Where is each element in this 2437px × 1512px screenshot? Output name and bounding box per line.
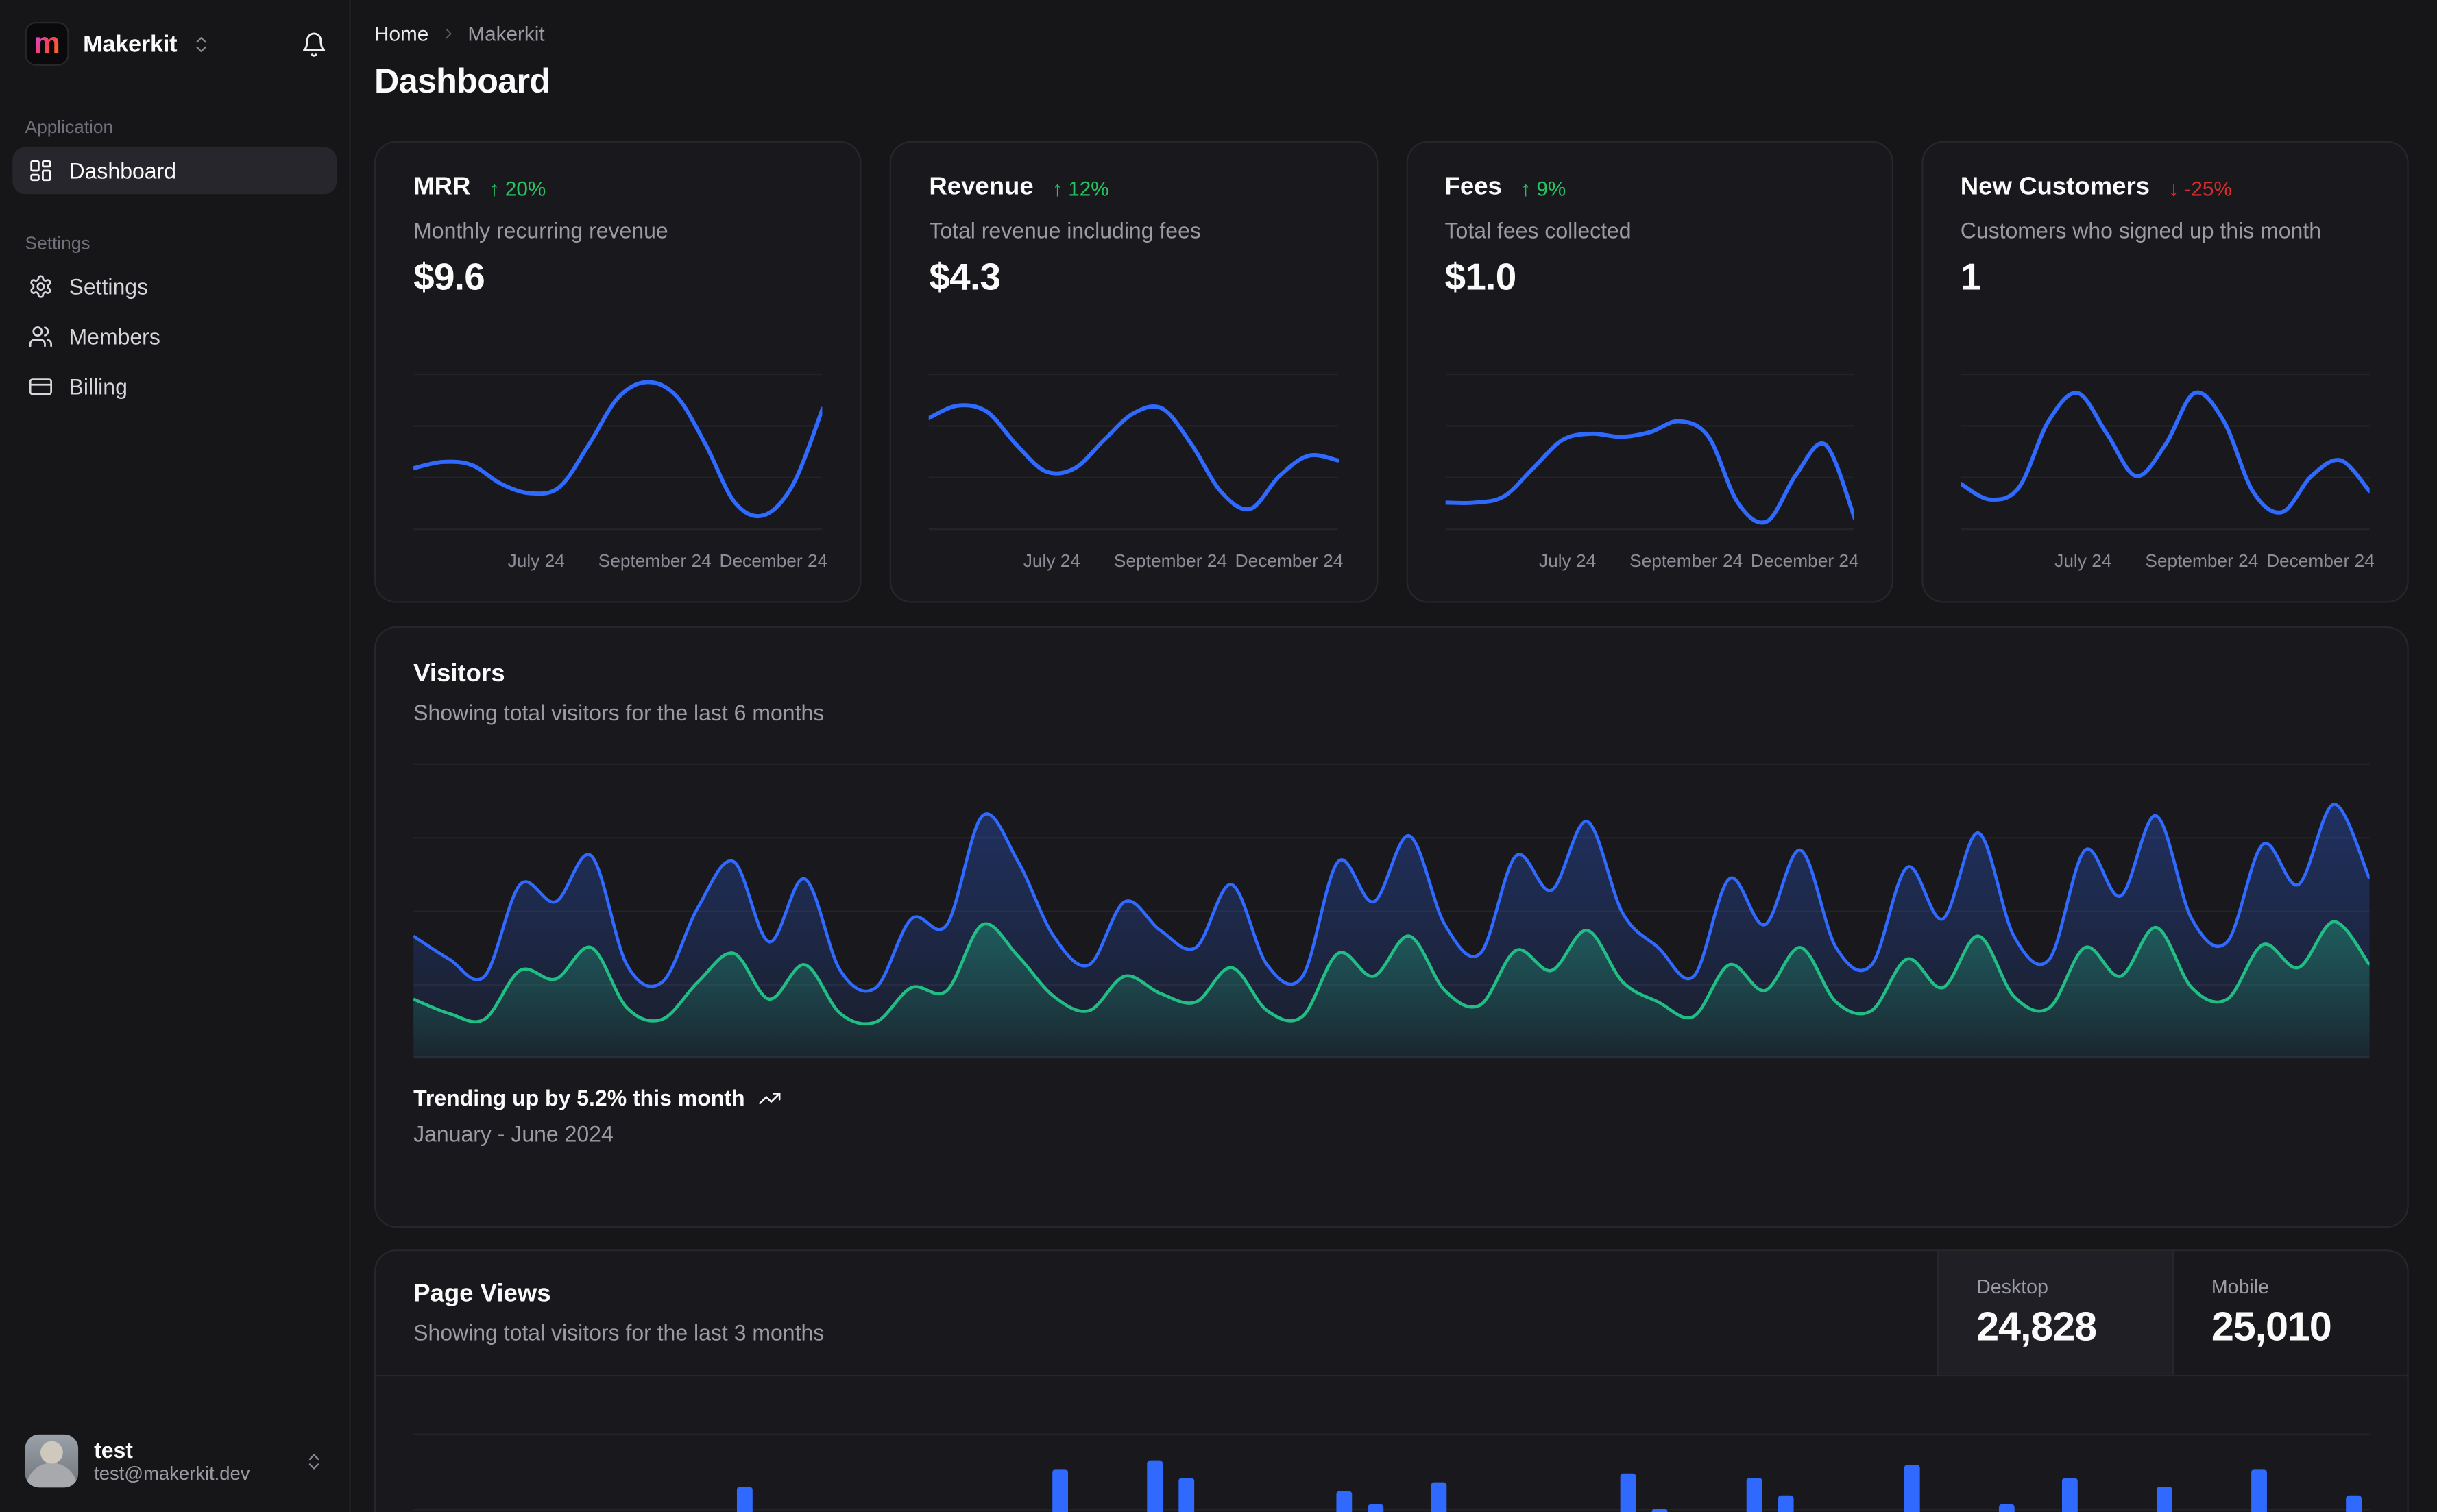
- sidebar-item-label: Dashboard: [69, 158, 177, 184]
- page-title: Dashboard: [374, 61, 550, 101]
- stat-value: $1.0: [1444, 256, 1517, 300]
- toggle-label: Mobile: [2211, 1275, 2269, 1297]
- page-views-subtitle: Showing total visitors for the last 3 mo…: [413, 1319, 825, 1345]
- gear-icon: [30, 275, 51, 298]
- main-content: Home Makerkit Dashboard MRR ↑ 20% Monthl…: [351, 0, 2437, 1512]
- chevrons-up-down-icon: [308, 1453, 319, 1469]
- makerkit-logo-letter: m: [34, 27, 60, 60]
- sidebar-item-settings[interactable]: Settings: [12, 263, 337, 310]
- stat-description: Monthly recurring revenue: [413, 217, 668, 243]
- stat-title: New Customers: [1960, 173, 2150, 201]
- visitors-subtitle: Showing total visitors for the last 6 mo…: [413, 700, 825, 725]
- page-views-header: Page Views Showing total visitors for th…: [376, 1251, 2408, 1377]
- user-email: test@makerkit.dev: [94, 1461, 250, 1484]
- stat-title: Fees: [1444, 173, 1502, 201]
- breadcrumb-current: Makerkit: [468, 21, 545, 46]
- sparkline-x-axis: July 24 September 24 December 24: [1961, 552, 2375, 579]
- mrr-sparkline-chart: [413, 365, 823, 540]
- stat-card-new-customers: New Customers ↓ -25% Customers who signe…: [1921, 141, 2409, 603]
- x-tick: December 24: [2266, 552, 2375, 572]
- stat-value: 1: [1960, 256, 1982, 300]
- x-tick: September 24: [1113, 552, 1227, 572]
- app-window: m Makerkit Application Dashboard Setting…: [0, 0, 2437, 1512]
- sparkline-x-axis: July 24 September 24 December 24: [929, 552, 1344, 579]
- trend-badge: ↓ -25%: [2168, 176, 2232, 200]
- stat-description: Total fees collected: [1444, 217, 1632, 243]
- dashboard-grid-icon: [30, 160, 51, 182]
- new-customers-sparkline-chart: [1960, 365, 2370, 540]
- sidebar-section-label-settings: Settings: [25, 234, 90, 254]
- stat-value: $9.6: [413, 256, 485, 300]
- revenue-sparkline-chart: [929, 365, 1339, 540]
- page-views-mobile-toggle[interactable]: Mobile 25,010: [2172, 1251, 2408, 1375]
- x-tick: December 24: [1750, 552, 1859, 572]
- sparkline-x-axis: July 24 September 24 December 24: [413, 552, 828, 579]
- notifications-button[interactable]: [301, 31, 328, 58]
- x-tick: July 24: [507, 552, 565, 572]
- user-avatar: [25, 1434, 79, 1488]
- stat-value: $4.3: [929, 256, 1001, 300]
- breadcrumb: Home Makerkit: [374, 22, 2409, 45]
- sidebar-header: m Makerkit: [0, 19, 349, 66]
- bell-icon: [303, 32, 326, 56]
- page-views-bar-chart: [376, 1376, 2407, 1512]
- page-views-title: Page Views: [413, 1280, 551, 1308]
- stat-card-mrr: MRR ↑ 20% Monthly recurring revenue $9.6…: [374, 141, 862, 603]
- trending-up-icon: [758, 1092, 780, 1103]
- x-tick: December 24: [719, 552, 828, 572]
- x-tick: July 24: [2054, 552, 2112, 572]
- toggle-value: 24,828: [1976, 1302, 2097, 1350]
- stat-description: Total revenue including fees: [929, 217, 1201, 243]
- breadcrumb-home[interactable]: Home: [374, 22, 428, 45]
- stat-description: Customers who signed up this month: [1960, 217, 2321, 243]
- toggle-label: Desktop: [1976, 1275, 2048, 1297]
- sidebar-item-label: Settings: [69, 273, 149, 300]
- makerkit-logo: m: [25, 21, 69, 66]
- visitors-trend-text: Trending up by 5.2% this month: [413, 1085, 745, 1110]
- page-views-card: Page Views Showing total visitors for th…: [374, 1249, 2409, 1512]
- stat-cards-row: MRR ↑ 20% Monthly recurring revenue $9.6…: [374, 141, 2409, 603]
- trend-badge: ↑ 20%: [489, 176, 546, 200]
- trend-badge: ↑ 9%: [1520, 176, 1566, 200]
- users-icon: [29, 326, 53, 347]
- sidebar-item-billing[interactable]: Billing: [12, 363, 337, 411]
- sidebar-section-label-application: Application: [25, 119, 114, 138]
- chevrons-up-down-icon: [196, 36, 207, 51]
- visitors-card: Visitors Showing total visitors for the …: [374, 626, 2409, 1228]
- fees-sparkline-chart: [1444, 365, 1854, 540]
- trend-badge: ↑ 12%: [1052, 176, 1109, 200]
- sidebar-nav-settings: Settings Members Billing: [12, 263, 337, 411]
- visitors-date-range: January - June 2024: [413, 1121, 614, 1147]
- sidebar-item-label: Billing: [69, 374, 128, 400]
- x-tick: September 24: [598, 552, 712, 572]
- x-tick: December 24: [1235, 552, 1344, 572]
- stat-card-fees: Fees ↑ 9% Total fees collected $1.0 July…: [1405, 141, 1893, 603]
- credit-card-icon: [29, 378, 53, 395]
- stat-title: MRR: [413, 173, 471, 201]
- chevron-right-icon: [445, 28, 451, 39]
- workspace-name: Makerkit: [83, 30, 178, 58]
- visitors-area-chart: [413, 752, 2370, 1059]
- visitors-trend-line: Trending up by 5.2% this month: [413, 1085, 2369, 1110]
- sidebar-item-dashboard[interactable]: Dashboard: [12, 147, 337, 195]
- stat-card-revenue: Revenue ↑ 12% Total revenue including fe…: [890, 141, 1378, 603]
- sidebar-nav-application: Dashboard: [12, 147, 337, 195]
- stat-title: Revenue: [929, 173, 1034, 201]
- toggle-value: 25,010: [2211, 1302, 2332, 1350]
- sidebar: m Makerkit Application Dashboard Setting…: [0, 0, 351, 1512]
- workspace-switcher[interactable]: m Makerkit: [25, 21, 212, 66]
- x-tick: September 24: [2145, 552, 2259, 572]
- x-tick: September 24: [1629, 552, 1743, 572]
- sidebar-item-members[interactable]: Members: [12, 313, 337, 361]
- page-views-toggles: Desktop 24,828 Mobile 25,010: [1937, 1251, 2408, 1375]
- page-views-desktop-toggle[interactable]: Desktop 24,828: [1937, 1251, 2172, 1375]
- user-name: test: [94, 1437, 133, 1462]
- x-tick: July 24: [1023, 552, 1081, 572]
- x-tick: July 24: [1538, 552, 1597, 572]
- visitors-title: Visitors: [413, 661, 505, 687]
- sparkline-x-axis: July 24 September 24 December 24: [1445, 552, 1859, 579]
- sidebar-item-label: Members: [69, 324, 160, 350]
- user-menu[interactable]: test test@makerkit.dev: [12, 1425, 337, 1497]
